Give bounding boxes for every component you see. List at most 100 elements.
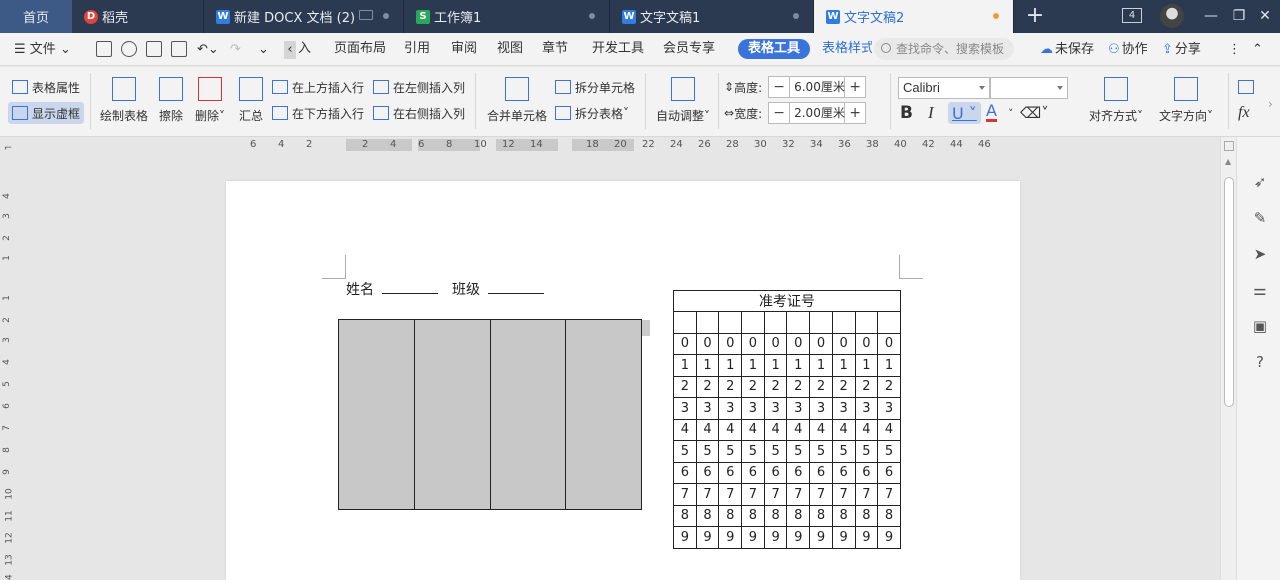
digit-cell[interactable]: 6 xyxy=(786,461,811,484)
merge-cells-button[interactable]: 合并单元格 xyxy=(484,77,550,124)
digit-cell[interactable]: 2 xyxy=(763,375,788,398)
digit-cell[interactable]: 1 xyxy=(673,354,697,377)
digit-cell[interactable]: 3 xyxy=(786,397,811,420)
grey-table-cell[interactable] xyxy=(339,320,415,509)
font-size-select[interactable] xyxy=(990,77,1068,99)
tab-view[interactable]: 视图 xyxy=(497,40,523,58)
digit-cell[interactable]: 8 xyxy=(786,504,811,527)
exam-number-table[interactable]: 准考证号 00000000001111111111222222222233333… xyxy=(673,290,901,549)
digit-cell[interactable]: 6 xyxy=(877,461,901,484)
tab-table-style[interactable]: 表格样式 xyxy=(822,40,872,58)
grey-table-cell[interactable] xyxy=(490,320,567,509)
digit-cell[interactable]: 6 xyxy=(741,461,765,484)
grey-table-cell[interactable] xyxy=(566,320,641,509)
digit-cell[interactable]: 1 xyxy=(786,354,811,377)
window-count-badge[interactable]: 4 xyxy=(1122,8,1142,23)
grey-table[interactable] xyxy=(338,319,642,510)
exam-number-entry-cell[interactable] xyxy=(695,311,720,334)
width-input[interactable]: 2.00厘米 xyxy=(789,103,846,123)
digit-cell[interactable]: 3 xyxy=(673,397,697,420)
digit-cell[interactable]: 2 xyxy=(786,375,811,398)
tab-workbook[interactable]: S 工作簿1 xyxy=(404,0,610,33)
digit-cell[interactable]: 3 xyxy=(718,397,743,420)
digit-cell[interactable]: 2 xyxy=(809,375,833,398)
digit-cell[interactable]: 3 xyxy=(763,397,788,420)
restore-icon[interactable]: ❐ xyxy=(1228,5,1250,27)
digit-cell[interactable]: 6 xyxy=(763,461,788,484)
table-props-button[interactable]: 表格属性 xyxy=(12,76,80,98)
avatar[interactable] xyxy=(1160,4,1184,28)
digit-cell[interactable]: 5 xyxy=(718,440,743,463)
digit-cell[interactable]: 7 xyxy=(809,483,833,506)
digit-cell[interactable]: 9 xyxy=(741,526,765,549)
exam-number-entry-cell[interactable] xyxy=(741,311,765,334)
width-increase-button[interactable]: + xyxy=(845,105,865,121)
height-increase-button[interactable]: + xyxy=(845,79,865,95)
digit-cell[interactable]: 4 xyxy=(718,418,743,441)
digit-cell[interactable]: 8 xyxy=(809,504,833,527)
digit-cell[interactable]: 9 xyxy=(786,526,811,549)
digit-cell[interactable]: 8 xyxy=(854,504,879,527)
digit-cell[interactable]: 4 xyxy=(741,418,765,441)
digit-cell[interactable]: 0 xyxy=(854,332,879,355)
digit-cell[interactable]: 7 xyxy=(877,483,901,506)
digit-cell[interactable]: 6 xyxy=(695,461,720,484)
scroll-thumb[interactable] xyxy=(1224,177,1234,407)
digit-cell[interactable]: 5 xyxy=(673,440,697,463)
digit-cell[interactable]: 1 xyxy=(831,354,856,377)
digit-cell[interactable]: 3 xyxy=(854,397,879,420)
search-input[interactable]: 查找命令、搜索模板 xyxy=(874,38,1014,60)
digit-cell[interactable]: 4 xyxy=(854,418,879,441)
exam-number-entry-cell[interactable] xyxy=(673,311,697,334)
digit-cell[interactable]: 5 xyxy=(831,440,856,463)
digit-cell[interactable]: 2 xyxy=(673,375,697,398)
align-button[interactable]: 对齐方式˅ xyxy=(1086,77,1146,124)
exam-number-entry-cell[interactable] xyxy=(854,311,879,334)
digit-cell[interactable]: 7 xyxy=(695,483,720,506)
new-tab-button[interactable]: + xyxy=(1024,4,1046,28)
print-preview-icon[interactable] xyxy=(171,41,187,57)
print-icon[interactable] xyxy=(146,41,162,57)
underline-icon[interactable]: U ˅ xyxy=(948,102,981,124)
digit-cell[interactable]: 0 xyxy=(673,332,697,355)
exam-number-entry-cell[interactable] xyxy=(831,311,856,334)
digit-cell[interactable]: 8 xyxy=(695,504,720,527)
digit-cell[interactable]: 0 xyxy=(786,332,811,355)
formula-table-icon[interactable] xyxy=(1238,76,1258,98)
digit-cell[interactable]: 5 xyxy=(763,440,788,463)
digit-cell[interactable]: 6 xyxy=(831,461,856,484)
split-table-button[interactable]: 拆分表格 ˅ xyxy=(555,102,629,124)
rocket-icon[interactable]: ➶ xyxy=(1251,173,1269,191)
scroll-right-icon[interactable]: › xyxy=(1268,93,1273,115)
digit-cell[interactable]: 3 xyxy=(831,397,856,420)
digit-cell[interactable]: 5 xyxy=(854,440,879,463)
digit-cell[interactable]: 7 xyxy=(763,483,788,506)
digit-cell[interactable]: 3 xyxy=(877,397,901,420)
tab-references[interactable]: 引用 xyxy=(404,40,430,58)
export-icon[interactable] xyxy=(121,41,137,57)
tab-close-dot[interactable] xyxy=(383,13,389,19)
exam-number-title[interactable]: 准考证号 xyxy=(673,290,901,312)
tab-table-tools[interactable]: 表格工具 xyxy=(738,39,811,59)
digit-cell[interactable]: 2 xyxy=(741,375,765,398)
digit-cell[interactable]: 1 xyxy=(809,354,833,377)
digit-cell[interactable]: 8 xyxy=(831,504,856,527)
digit-cell[interactable]: 9 xyxy=(854,526,879,549)
file-menu[interactable]: ☰ 文件 ⌄ xyxy=(14,41,71,59)
digit-cell[interactable]: 1 xyxy=(877,354,901,377)
tab-developer[interactable]: 开发工具 xyxy=(592,40,644,58)
exam-number-entry-cell[interactable] xyxy=(877,311,901,334)
digit-cell[interactable]: 4 xyxy=(831,418,856,441)
digit-cell[interactable]: 7 xyxy=(786,483,811,506)
tab-insert[interactable]: 入 xyxy=(298,40,311,58)
tab-page-layout[interactable]: 页面布局 xyxy=(334,40,386,58)
more-icon[interactable]: ⋮ xyxy=(1228,41,1241,59)
exam-number-entry-cell[interactable] xyxy=(786,311,811,334)
digit-cell[interactable]: 0 xyxy=(877,332,901,355)
formula-button[interactable]: fx xyxy=(1238,102,1250,124)
digit-cell[interactable]: 6 xyxy=(809,461,833,484)
digit-cell[interactable]: 1 xyxy=(741,354,765,377)
tab-doc2[interactable]: W 文字文稿2 xyxy=(814,0,1014,33)
collapse-ribbon-icon[interactable]: ⌃ xyxy=(1252,41,1263,59)
customize-icon[interactable]: ⌄ xyxy=(258,41,269,59)
